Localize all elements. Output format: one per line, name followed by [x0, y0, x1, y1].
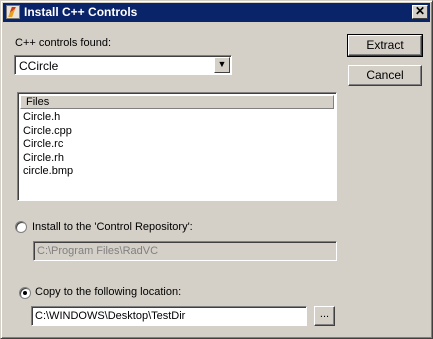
copy-location-radio[interactable]	[19, 287, 31, 299]
list-item[interactable]: Circle.rh	[23, 152, 73, 166]
cancel-button[interactable]: Cancel	[348, 65, 422, 86]
title-bar[interactable]: Install C++ Controls ✕	[3, 3, 430, 22]
list-item[interactable]: Circle.h	[23, 111, 73, 125]
list-item[interactable]: Circle.cpp	[23, 125, 73, 139]
install-repository-radio[interactable]	[15, 221, 27, 233]
copy-location-field[interactable]	[31, 306, 307, 326]
radio-selected-dot	[23, 291, 27, 295]
controls-found-label: C++ controls found:	[15, 37, 112, 49]
files-items: Circle.h Circle.cpp Circle.rc Circle.rh …	[23, 111, 73, 179]
install-dialog: Install C++ Controls ✕ C++ controls foun…	[0, 0, 433, 339]
chevron-down-icon[interactable]: ▼	[214, 57, 230, 73]
window-title: Install C++ Controls	[24, 5, 138, 19]
repository-path-field	[33, 241, 337, 261]
list-item[interactable]: circle.bmp	[23, 165, 73, 179]
install-repository-label[interactable]: Install to the 'Control Repository':	[32, 221, 193, 234]
extract-button[interactable]: Extract	[347, 34, 423, 57]
files-column-header-label: Files	[26, 96, 50, 108]
list-item[interactable]: Circle.rc	[23, 138, 73, 152]
files-column-header[interactable]: Files	[20, 95, 334, 109]
controls-dropdown[interactable]: CCircle ▼	[14, 55, 232, 75]
app-icon	[6, 5, 20, 19]
controls-dropdown-value: CCircle	[19, 59, 59, 73]
close-icon: ✕	[414, 4, 426, 18]
copy-location-label[interactable]: Copy to the following location:	[35, 286, 181, 299]
files-list[interactable]: Files Circle.h Circle.cpp Circle.rc Circ…	[17, 92, 337, 201]
browse-button[interactable]: ...	[314, 306, 335, 326]
close-button[interactable]: ✕	[412, 5, 428, 19]
